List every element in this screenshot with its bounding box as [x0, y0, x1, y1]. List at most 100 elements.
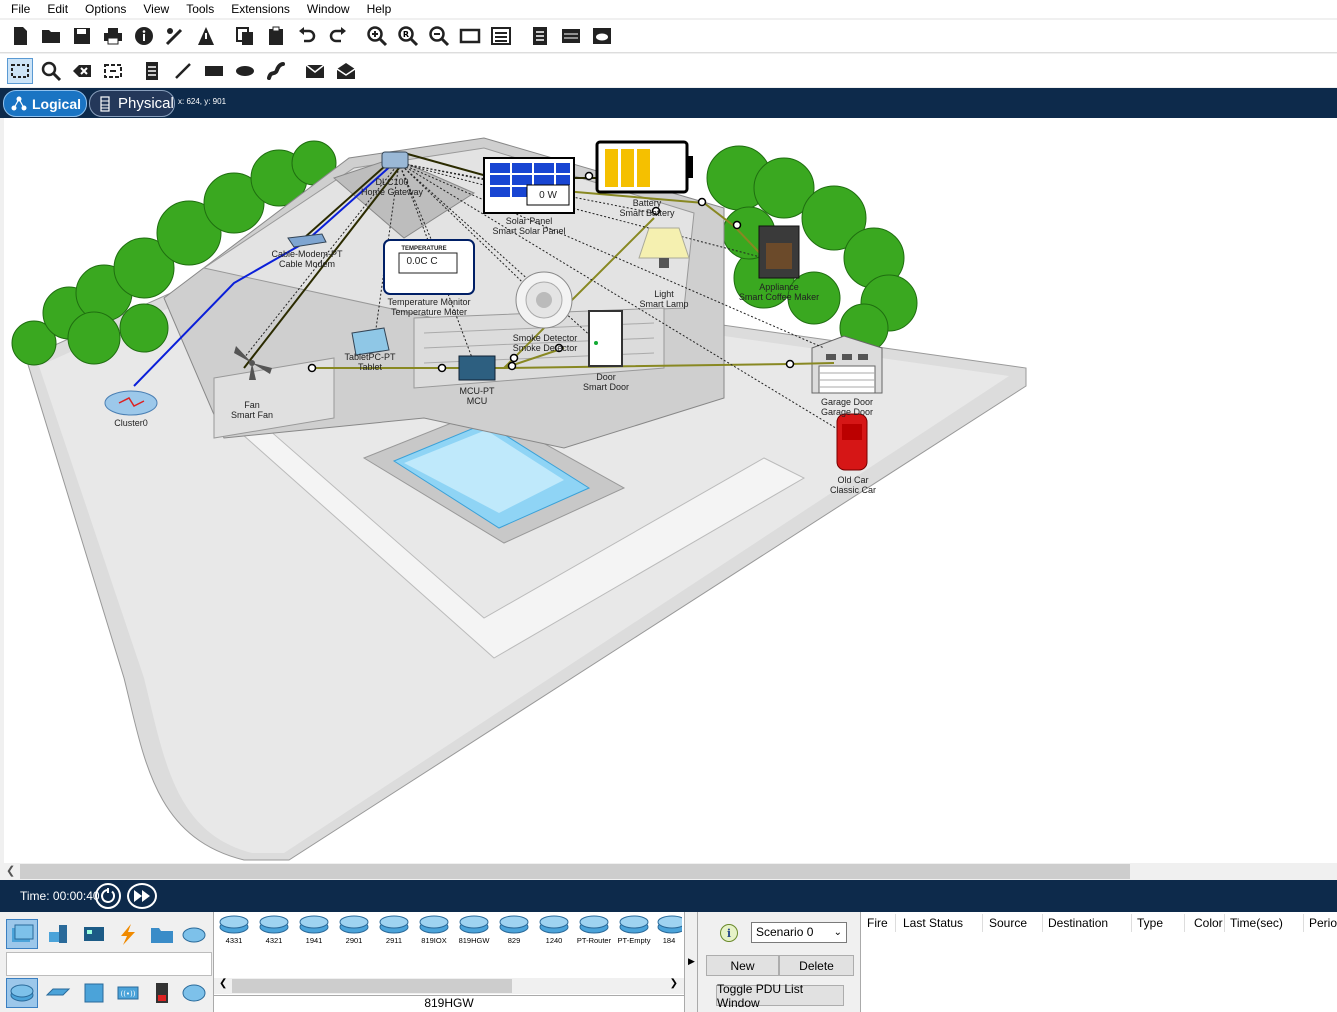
- router-model[interactable]: 1240: [536, 914, 572, 948]
- category-network-devices[interactable]: [6, 919, 38, 949]
- resize-icon[interactable]: [100, 58, 126, 84]
- device-light[interactable]: Light Smart Lamp: [639, 289, 688, 309]
- fast-forward-button[interactable]: [127, 883, 157, 909]
- new-icon[interactable]: [7, 23, 33, 49]
- scroll-right-icon[interactable]: ❯: [670, 978, 678, 989]
- device-home-gateway[interactable]: DLC100 Home Gateway: [361, 177, 423, 197]
- complex-pdu-icon[interactable]: [333, 58, 359, 84]
- toggle-pdu-list-button[interactable]: Toggle PDU List Window: [716, 982, 844, 1010]
- tab-logical[interactable]: Logical: [3, 90, 87, 117]
- scroll-left-icon[interactable]: ❮: [219, 978, 227, 989]
- undo-icon[interactable]: [294, 23, 320, 49]
- category-connections[interactable]: [112, 919, 144, 949]
- save-icon[interactable]: [69, 23, 95, 49]
- scenario-select[interactable]: Scenario 0 ⌄: [751, 922, 847, 943]
- device-list-scrollbar[interactable]: ❮ ❯: [214, 978, 684, 994]
- device-name: Door: [596, 372, 616, 382]
- viewport-icon[interactable]: [558, 23, 584, 49]
- menu-options[interactable]: Options: [74, 2, 132, 16]
- redo-icon[interactable]: [325, 23, 351, 49]
- open-icon[interactable]: [38, 23, 64, 49]
- solar-reading: 0 W: [539, 190, 557, 201]
- router-model[interactable]: 1941: [296, 914, 332, 948]
- print-icon[interactable]: [100, 23, 126, 49]
- network-wizard-icon[interactable]: [162, 23, 188, 49]
- subcategory-switches[interactable]: [42, 978, 74, 1008]
- menu-help[interactable]: Help: [356, 2, 398, 16]
- scroll-left-icon[interactable]: ❮: [6, 864, 15, 877]
- select-icon[interactable]: [7, 57, 33, 84]
- paste-icon[interactable]: [263, 23, 289, 49]
- router-model[interactable]: 2911: [376, 914, 412, 948]
- device-coffee-maker[interactable]: Appliance Smart Coffee Maker: [739, 282, 819, 302]
- device-smoke-detector[interactable]: Smoke Detector Smoke Detector: [513, 333, 578, 353]
- zoom-reset-icon[interactable]: R: [395, 23, 421, 49]
- menu-edit[interactable]: Edit: [36, 2, 74, 16]
- subcategory-routers[interactable]: [6, 978, 38, 1008]
- category-multiuser[interactable]: [178, 919, 210, 949]
- inspect-icon[interactable]: [38, 58, 64, 84]
- router-model[interactable]: PT-Router: [576, 914, 612, 948]
- subcategory-hubs[interactable]: [78, 978, 110, 1008]
- device-cluster[interactable]: Cluster0: [114, 418, 148, 428]
- device-mcu[interactable]: MCU-PT MCU: [460, 386, 495, 406]
- device-tablet[interactable]: TabletPC-PT Tablet: [344, 352, 395, 372]
- menu-tools[interactable]: Tools: [175, 2, 220, 16]
- ellipse-icon[interactable]: [232, 58, 258, 84]
- device-door[interactable]: Door Smart Door: [583, 372, 629, 392]
- logical-workspace[interactable]: DLC100 Home Gateway Cable-Modem-PT Cable M…: [4, 118, 1337, 863]
- panel-splitter[interactable]: ▶: [684, 912, 698, 1012]
- delete-scenario-button[interactable]: Delete: [779, 955, 854, 976]
- menu-extensions[interactable]: Extensions: [220, 2, 296, 16]
- router-model[interactable]: 4321: [256, 914, 292, 948]
- device-battery[interactable]: Battery Smart Battery: [619, 198, 674, 218]
- router-model[interactable]: 829: [496, 914, 532, 948]
- category-miscellaneous[interactable]: [146, 919, 178, 949]
- router-model[interactable]: 4331: [216, 914, 252, 948]
- expand-arrow-icon[interactable]: ▶: [688, 956, 695, 967]
- pdu-icon[interactable]: [527, 23, 553, 49]
- subcategory-wan-emulation[interactable]: [178, 978, 210, 1008]
- device-solar-panel[interactable]: Solar Panel Smart Solar Panel: [492, 216, 565, 236]
- freeform-icon[interactable]: [263, 58, 289, 84]
- info-icon[interactable]: [131, 23, 157, 49]
- menu-view[interactable]: View: [132, 2, 175, 16]
- cloud-icon[interactable]: [589, 23, 615, 49]
- note-icon[interactable]: [139, 58, 165, 84]
- scroll-thumb[interactable]: [20, 864, 1130, 879]
- category-end-devices[interactable]: [42, 919, 74, 949]
- device-temperature-monitor[interactable]: Temperature Monitor Temperature Meter: [387, 297, 470, 317]
- category-components[interactable]: [78, 919, 110, 949]
- device-cable-modem[interactable]: Cable-Modem-PT Cable Modem: [271, 249, 342, 269]
- router-model[interactable]: 819HGW: [456, 914, 492, 948]
- router-icon: [379, 915, 409, 934]
- drawing-palette-icon[interactable]: [457, 23, 483, 49]
- subcategory-security[interactable]: [146, 978, 178, 1008]
- menu-file[interactable]: File: [0, 2, 36, 16]
- subcategory-wireless[interactable]: ((•)): [112, 978, 144, 1008]
- simple-pdu-icon[interactable]: [302, 58, 328, 84]
- rectangle-icon[interactable]: [201, 58, 227, 84]
- zoom-in-icon[interactable]: [364, 23, 390, 49]
- power-cycle-button[interactable]: [95, 883, 121, 909]
- router-model[interactable]: 819IOX: [416, 914, 452, 948]
- custom-device-icon[interactable]: [193, 23, 219, 49]
- router-model-label: 1941: [305, 936, 323, 945]
- device-old-car[interactable]: Old Car Classic Car: [830, 475, 876, 495]
- tab-physical[interactable]: Physical: [89, 90, 175, 117]
- zoom-out-icon[interactable]: [426, 23, 452, 49]
- router-model[interactable]: 2901: [336, 914, 372, 948]
- menu-window[interactable]: Window: [296, 2, 356, 16]
- copy-icon[interactable]: [232, 23, 258, 49]
- router-model[interactable]: PT-Empty: [616, 914, 652, 948]
- device-list-scroll-thumb[interactable]: [232, 979, 512, 993]
- line-icon[interactable]: [170, 58, 196, 84]
- device-garage-door[interactable]: Garage Door Garage Door: [821, 397, 873, 417]
- workspace-hscrollbar[interactable]: ❮: [0, 863, 1337, 880]
- delete-icon[interactable]: [69, 58, 95, 84]
- info-icon[interactable]: i: [719, 923, 739, 943]
- custom-devices-dialog-icon[interactable]: [488, 23, 514, 49]
- device-fan[interactable]: Fan Smart Fan: [231, 400, 273, 420]
- router-model[interactable]: 184: [656, 914, 682, 948]
- new-scenario-button[interactable]: New: [706, 955, 779, 976]
